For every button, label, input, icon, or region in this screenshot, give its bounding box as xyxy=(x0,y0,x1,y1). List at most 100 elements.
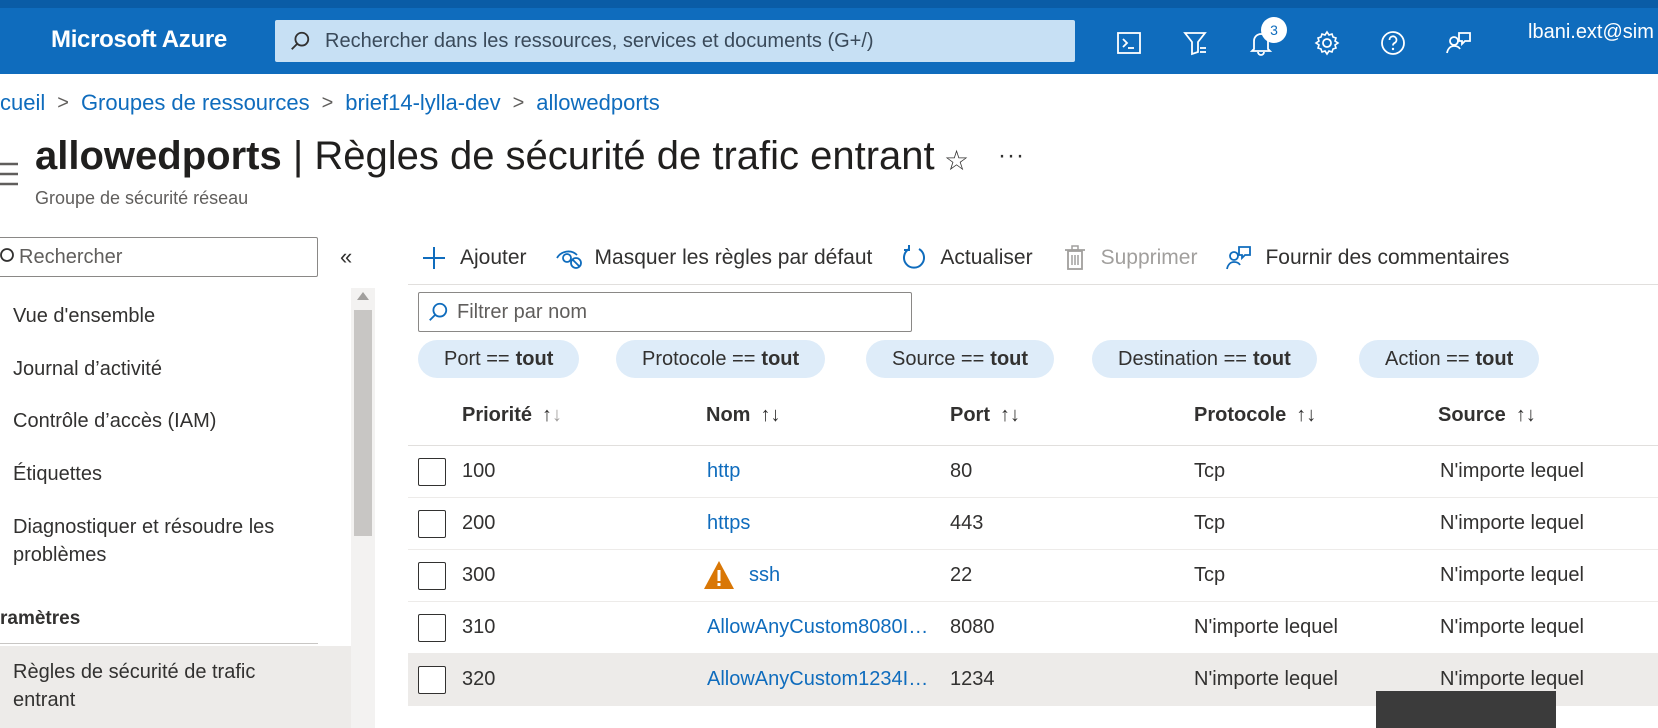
table-row[interactable]: 200 https 443 Tcp N'importe lequel xyxy=(408,498,1658,550)
page-name: Règles de sécurité de trafic entrant xyxy=(314,134,935,178)
row-checkbox[interactable] xyxy=(418,562,446,590)
breadcrumb-home[interactable]: cueil xyxy=(0,90,45,116)
cell-name-link[interactable]: AllowAnyCustom8080I… xyxy=(707,616,928,639)
cell-port: 1234 xyxy=(950,668,995,690)
row-checkbox[interactable] xyxy=(418,614,446,642)
chevron-right-icon: > xyxy=(321,91,334,114)
filter-pill-port[interactable]: Port == tout xyxy=(418,340,580,378)
sort-icon[interactable]: ↑↓ xyxy=(542,404,562,426)
nav-item-inbound-rules[interactable]: Règles de sécurité de trafic entrant xyxy=(13,658,313,714)
nav-item-tags[interactable]: Étiquettes xyxy=(13,460,333,488)
cell-name-link[interactable]: http xyxy=(707,460,740,483)
cell-priority: 200 xyxy=(462,512,496,534)
nav-search-input[interactable]: Rechercher xyxy=(0,237,318,277)
row-checkbox[interactable] xyxy=(418,666,446,694)
cell-source: N'importe lequel xyxy=(1440,512,1584,534)
scroll-thumb[interactable] xyxy=(354,310,372,536)
search-icon xyxy=(429,302,448,321)
add-label: Ajouter xyxy=(460,246,527,269)
scroll-up-icon[interactable] xyxy=(357,292,369,300)
user-account[interactable]: lbani.ext@sim xyxy=(1528,21,1654,44)
feedback-button[interactable]: Fournir des commentaires xyxy=(1225,244,1509,272)
nav-item-iam[interactable]: Contrôle d’accès (IAM) xyxy=(13,407,333,435)
table-row[interactable]: 100 http 80 Tcp N'importe lequel xyxy=(408,446,1658,498)
sort-icon[interactable]: ↑↓ xyxy=(1296,404,1316,426)
cell-protocol: N'importe lequel xyxy=(1194,668,1338,690)
star-icon[interactable]: ☆ xyxy=(944,144,969,177)
filter-pill-source[interactable]: Source == tout xyxy=(866,340,1055,378)
column-header-protocol[interactable]: Protocole ↑↓ xyxy=(1194,404,1316,427)
filter-by-name-input[interactable]: Filtrer par nom xyxy=(418,292,912,332)
cell-name-link[interactable]: https xyxy=(707,512,750,535)
resource-type-subtitle: Groupe de sécurité réseau xyxy=(35,188,249,208)
cell-protocol: Tcp xyxy=(1194,564,1226,586)
cell-source: N'importe lequel xyxy=(1440,564,1584,586)
column-header-source[interactable]: Source ↑↓ xyxy=(1438,404,1536,427)
global-search-placeholder: Rechercher dans les ressources, services… xyxy=(325,29,874,52)
nav-item-overview[interactable]: Vue d'ensemble xyxy=(13,302,333,330)
refresh-label: Actualiser xyxy=(940,246,1033,269)
trash-icon xyxy=(1064,245,1085,270)
column-header-name[interactable]: Nom ↑↓ xyxy=(706,404,780,427)
page-title: allowedports | Règles de sécurité de tra… xyxy=(35,134,935,179)
warning-icon[interactable] xyxy=(703,560,735,590)
row-checkbox[interactable] xyxy=(418,458,446,486)
cell-port: 443 xyxy=(950,512,984,534)
cell-port: 22 xyxy=(950,564,973,586)
hide-default-rules-label: Masquer les règles par défaut xyxy=(594,246,873,269)
table-row[interactable]: 300 ssh 22 Tcp N'importe lequel xyxy=(408,550,1658,602)
cell-source: N'importe lequel xyxy=(1440,616,1584,638)
nav-search-placeholder: Rechercher xyxy=(19,245,123,268)
filter-pill-protocol[interactable]: Protocole == tout xyxy=(616,340,826,378)
global-search-input[interactable]: Rechercher dans les ressources, services… xyxy=(275,20,1075,62)
column-header-priority[interactable]: Priorité ↑↓ xyxy=(462,404,562,427)
filter-pill-action[interactable]: Action == tout xyxy=(1359,340,1540,378)
breadcrumb-resource-group[interactable]: brief14-lylla-dev xyxy=(345,90,500,116)
menu-icon[interactable] xyxy=(0,160,18,190)
chevron-right-icon: > xyxy=(512,91,525,114)
directory-filter-icon[interactable] xyxy=(1180,28,1210,58)
cell-name-link[interactable]: ssh xyxy=(749,564,780,587)
feedback-icon[interactable] xyxy=(1444,28,1474,58)
system-tray-popup xyxy=(1376,691,1556,728)
filter-placeholder: Filtrer par nom xyxy=(457,300,588,323)
cell-name-link[interactable]: AllowAnyCustom1234I… xyxy=(707,668,928,691)
refresh-button[interactable]: Actualiser xyxy=(900,244,1033,272)
filter-pill-destination[interactable]: Destination == tout xyxy=(1092,340,1317,378)
chevron-right-icon: > xyxy=(57,91,69,114)
nav-scrollbar[interactable] xyxy=(351,288,375,728)
brand-logo[interactable]: Microsoft Azure xyxy=(51,26,227,54)
sort-icon[interactable]: ↑↓ xyxy=(1516,404,1536,426)
cloud-shell-icon[interactable] xyxy=(1114,28,1144,58)
delete-button[interactable]: Supprimer xyxy=(1061,244,1198,272)
sort-icon[interactable]: ↑↓ xyxy=(760,404,780,426)
column-label: Source xyxy=(1438,404,1506,426)
nav-item-activity-log[interactable]: Journal d’activité xyxy=(13,355,333,383)
nav-item-diagnose[interactable]: Diagnostiquer et résoudre les problèmes xyxy=(13,513,313,569)
refresh-icon xyxy=(903,245,926,269)
row-checkbox[interactable] xyxy=(418,510,446,538)
help-icon[interactable] xyxy=(1378,28,1408,58)
pill-label: Action == xyxy=(1385,347,1470,370)
collapse-nav-icon[interactable]: « xyxy=(340,244,352,270)
sort-icon[interactable]: ↑↓ xyxy=(1000,404,1020,426)
delete-label: Supprimer xyxy=(1100,246,1198,269)
breadcrumb-resource-groups[interactable]: Groupes de ressources xyxy=(81,90,310,116)
column-header-port[interactable]: Port ↑↓ xyxy=(950,404,1020,427)
pill-value: tout xyxy=(515,347,554,370)
plus-icon xyxy=(423,247,445,269)
add-button[interactable]: Ajouter xyxy=(420,244,527,272)
pill-value: tout xyxy=(761,347,800,370)
column-label: Nom xyxy=(706,404,751,426)
feedback-icon xyxy=(1226,246,1252,270)
breadcrumb-nsg[interactable]: allowedports xyxy=(536,90,660,116)
table-row[interactable]: 310 AllowAnyCustom8080I… 8080 N'importe … xyxy=(408,602,1658,654)
hide-default-rules-button[interactable]: Masquer les règles par défaut xyxy=(555,244,873,272)
gear-icon[interactable] xyxy=(1312,28,1342,58)
pill-label: Protocole == xyxy=(642,347,756,370)
cell-protocol: Tcp xyxy=(1194,512,1226,534)
search-icon xyxy=(0,248,14,262)
more-options-icon[interactable]: ··· xyxy=(998,142,1025,170)
top-bar: Microsoft Azure Rechercher dans les ress… xyxy=(0,0,1658,74)
toolbar-divider xyxy=(408,284,1658,285)
